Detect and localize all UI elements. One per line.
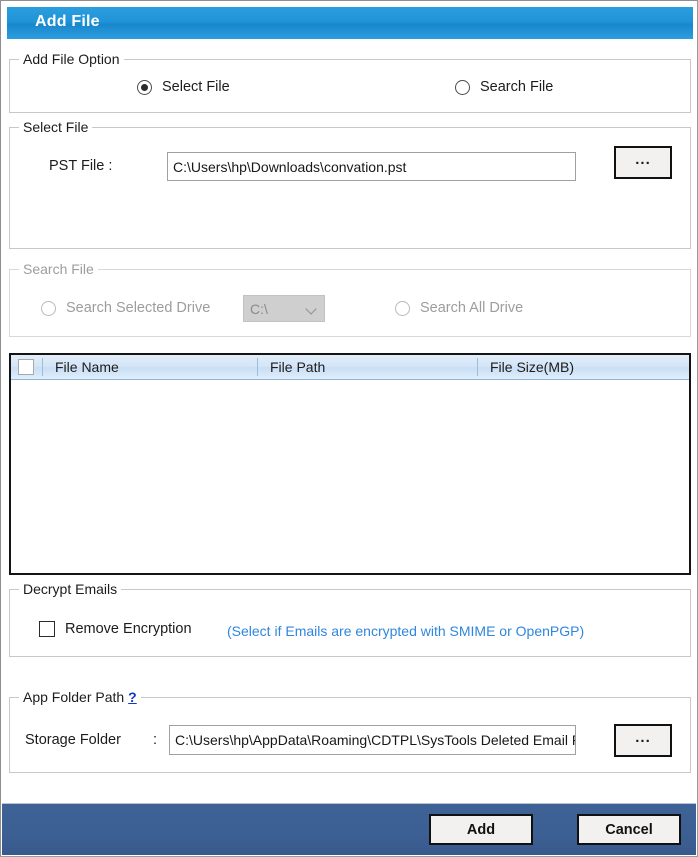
add-file-option-legend: Add File Option bbox=[19, 51, 124, 67]
radio-search-all-drive-indicator[interactable] bbox=[395, 300, 410, 316]
file-list-body[interactable] bbox=[11, 380, 689, 573]
select-all-checkbox[interactable] bbox=[18, 359, 34, 375]
cancel-button[interactable]: Cancel bbox=[577, 814, 681, 845]
dialog-footer: Add Cancel bbox=[2, 803, 696, 855]
decrypt-emails-legend: Decrypt Emails bbox=[19, 581, 122, 597]
select-file-legend: Select File bbox=[19, 119, 93, 135]
header-separator bbox=[477, 358, 478, 376]
file-list-grid[interactable]: File Name File Path File Size(MB) bbox=[9, 353, 691, 575]
pst-file-browse-button[interactable]: ... bbox=[614, 146, 672, 179]
select-file-group: Select File bbox=[9, 119, 691, 249]
search-file-legend: Search File bbox=[19, 261, 98, 277]
storage-folder-label: Storage Folder bbox=[25, 732, 121, 748]
pst-browse-ellipsis: ... bbox=[635, 151, 651, 168]
add-button[interactable]: Add bbox=[429, 814, 533, 845]
add-file-option-group: Add File Option bbox=[9, 51, 691, 113]
remove-encryption-label: Remove Encryption bbox=[65, 621, 192, 637]
storage-folder-separator: : bbox=[153, 732, 158, 748]
storage-folder-input[interactable]: C:\Users\hp\AppData\Roaming\CDTPL\SysToo… bbox=[169, 725, 576, 755]
radio-select-file-label: Select File bbox=[162, 79, 230, 95]
pst-file-label: PST File : bbox=[49, 158, 113, 174]
radio-select-file[interactable]: Select File bbox=[137, 79, 230, 95]
decrypt-emails-hint: (Select if Emails are encrypted with SMI… bbox=[227, 623, 585, 639]
column-header-file-size[interactable]: File Size(MB) bbox=[482, 355, 682, 379]
radio-search-file[interactable]: Search File bbox=[455, 79, 553, 95]
radio-search-all-drive-label: Search All Drive bbox=[420, 300, 524, 316]
dialog-titlebar: Add File bbox=[7, 7, 693, 39]
app-folder-path-legend-text: App Folder Path bbox=[23, 689, 125, 705]
pst-file-input[interactable]: C:\Users\hp\Downloads\convation.pst bbox=[167, 152, 576, 181]
storage-browse-ellipsis: ... bbox=[635, 729, 651, 746]
radio-search-selected-drive-label: Search Selected Drive bbox=[66, 300, 211, 316]
radio-search-selected-drive-indicator[interactable] bbox=[41, 300, 56, 316]
file-list-header: File Name File Path File Size(MB) bbox=[11, 355, 689, 380]
chevron-down-icon bbox=[306, 303, 318, 315]
radio-search-selected-drive[interactable]: Search Selected Drive bbox=[41, 300, 210, 316]
storage-folder-browse-button[interactable]: ... bbox=[614, 724, 672, 757]
column-header-file-name[interactable]: File Name bbox=[47, 355, 257, 379]
radio-search-file-label: Search File bbox=[480, 79, 554, 95]
add-file-dialog: Add File Add File Option Select File Sea… bbox=[0, 0, 698, 857]
help-icon[interactable]: ? bbox=[128, 689, 137, 705]
header-separator bbox=[257, 358, 258, 376]
dialog-title: Add File bbox=[35, 13, 100, 30]
radio-search-all-drive[interactable]: Search All Drive bbox=[395, 300, 523, 316]
radio-search-file-indicator[interactable] bbox=[455, 79, 470, 95]
column-header-file-path[interactable]: File Path bbox=[262, 355, 477, 379]
remove-encryption-checkbox[interactable] bbox=[39, 621, 55, 637]
app-folder-path-legend: App Folder Path? bbox=[19, 689, 141, 705]
remove-encryption-checkbox-row[interactable]: Remove Encryption bbox=[39, 621, 192, 637]
header-separator bbox=[42, 358, 43, 376]
radio-select-file-indicator[interactable] bbox=[137, 79, 152, 95]
drive-select[interactable]: C:\ bbox=[243, 295, 325, 322]
drive-select-value: C:\ bbox=[250, 300, 268, 317]
